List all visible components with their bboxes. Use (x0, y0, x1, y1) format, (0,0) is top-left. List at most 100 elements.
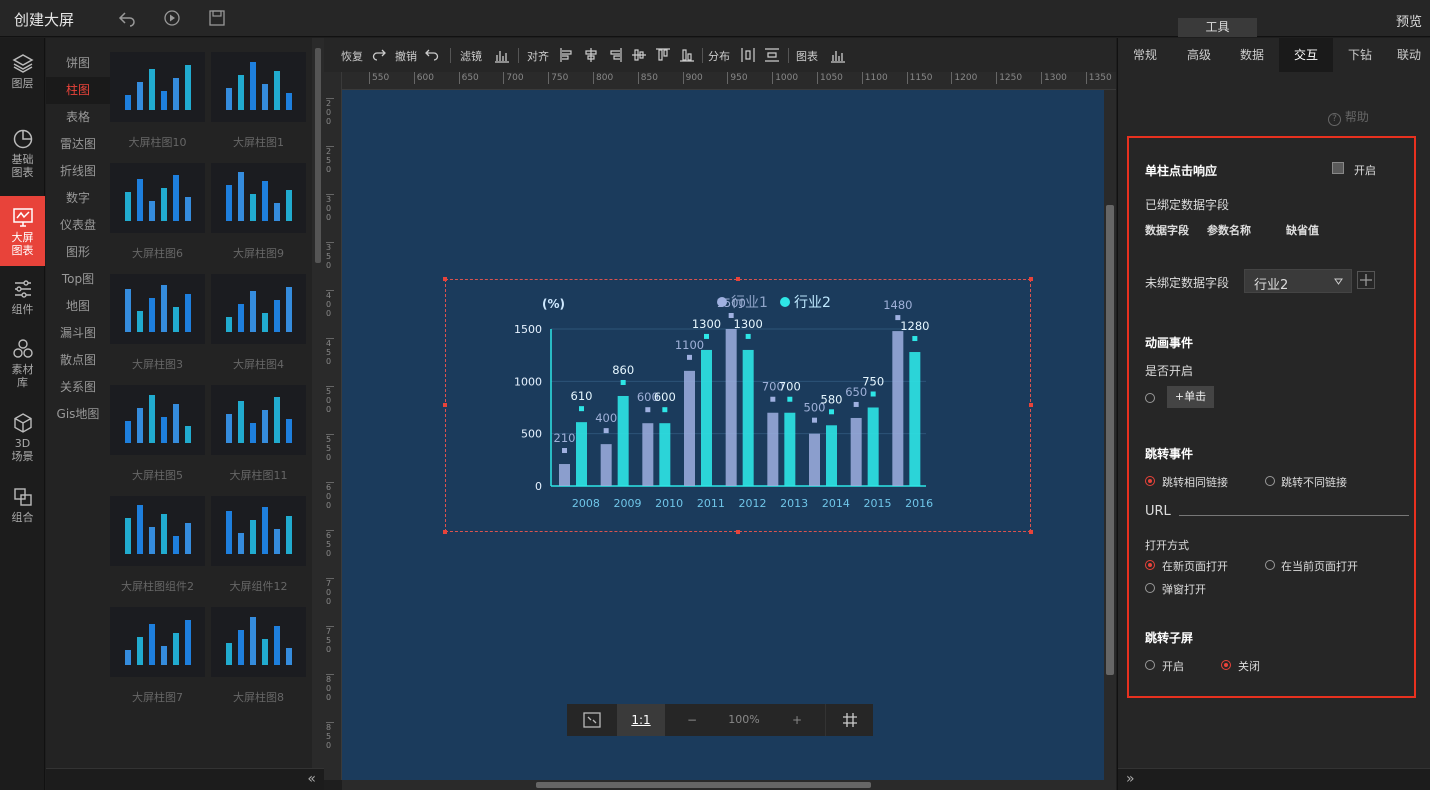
resize-handle[interactable] (443, 403, 447, 407)
resize-handle[interactable] (1029, 403, 1033, 407)
align-bottom-icon[interactable] (679, 47, 695, 63)
zoom-in-button[interactable]: + (782, 704, 812, 736)
add-click-button[interactable]: +单击 (1167, 386, 1214, 408)
single-click-checkbox[interactable] (1332, 162, 1344, 174)
left-scrollbar[interactable] (312, 38, 324, 768)
zoom-out-button[interactable]: − (677, 704, 707, 736)
category-item[interactable]: 数字 (46, 185, 110, 212)
selected-chart-component[interactable]: (%) 0 500 1000 1500 2008 2009 2010 2011 2012 2013 2… (445, 279, 1031, 532)
fit-screen-button[interactable] (567, 704, 617, 736)
chart-thumbnail[interactable] (110, 52, 205, 122)
play-icon[interactable] (163, 9, 181, 27)
category-item[interactable]: 雷达图 (46, 131, 110, 158)
actual-size-button[interactable]: 1:1 (617, 704, 665, 736)
canvas-vertical-scrollbar[interactable] (1104, 90, 1116, 780)
undo-arrow-icon[interactable] (424, 47, 440, 63)
align-middle-icon[interactable] (655, 47, 671, 63)
distribute-h-icon[interactable] (740, 47, 756, 63)
resize-handle[interactable] (1029, 277, 1033, 281)
tab-data[interactable]: 数据 (1225, 38, 1279, 72)
tools-tab[interactable]: 工具 (1178, 18, 1257, 37)
chart-thumbnail[interactable] (211, 163, 306, 233)
distribute-v-icon[interactable] (764, 47, 780, 63)
jump-diff-radio[interactable] (1265, 476, 1275, 486)
tab-interaction[interactable]: 交互 (1279, 38, 1333, 72)
chart-thumbnail[interactable] (211, 496, 306, 566)
undo-button[interactable]: 撤销 (395, 48, 417, 64)
nav-item-3d-scene[interactable]: 3D 场景 (0, 412, 45, 467)
anim-enable-radio[interactable] (1145, 393, 1155, 403)
category-item[interactable]: 折线图 (46, 158, 110, 185)
category-item[interactable]: 图形 (46, 239, 110, 266)
resize-handle[interactable] (736, 277, 740, 281)
category-item[interactable]: 关系图 (46, 374, 110, 401)
preview-button[interactable]: 预览 (1396, 11, 1422, 30)
category-item[interactable]: 饼图 (46, 50, 110, 77)
undo-icon[interactable] (118, 9, 136, 27)
align-center-h-icon[interactable] (583, 47, 599, 63)
chart-thumbnail[interactable] (110, 607, 205, 677)
category-item[interactable]: 地图 (46, 293, 110, 320)
resize-handle[interactable] (1029, 530, 1033, 534)
nav-item-group[interactable]: 组合 (0, 486, 45, 531)
collapse-left-icon[interactable]: « (307, 771, 316, 787)
chart-thumbnail[interactable] (110, 496, 205, 566)
align-right-icon[interactable] (607, 47, 623, 63)
category-item-active[interactable]: 柱图 (46, 77, 110, 104)
align-left-icon[interactable] (559, 47, 575, 63)
grid-toggle-button[interactable] (825, 704, 873, 736)
restore-button[interactable]: 恢复 (341, 48, 363, 64)
ruler-tick-label: 750 (548, 72, 568, 84)
unbound-field-select[interactable]: 行业2 (1244, 269, 1352, 293)
ruler-tick-label: 1200 (951, 72, 977, 84)
sub-off-radio[interactable] (1221, 660, 1231, 670)
category-item[interactable]: 仪表盘 (46, 212, 110, 239)
nav-item-components[interactable]: 组件 (0, 278, 45, 323)
assets-icon (12, 339, 33, 358)
category-item[interactable]: 表格 (46, 104, 110, 131)
chart-thumbnail[interactable] (211, 52, 306, 122)
redo-icon[interactable] (371, 47, 387, 63)
nav-item-basic-charts[interactable]: 基础 图表 (0, 128, 45, 183)
open-popup-radio[interactable] (1145, 583, 1155, 593)
chart-thumbnail[interactable] (211, 607, 306, 677)
nav-item-layers[interactable]: 图层 (0, 52, 45, 102)
category-item[interactable]: Top图 (46, 266, 110, 293)
collapse-right-icon[interactable]: » (1126, 771, 1135, 787)
align-top-icon[interactable] (631, 47, 647, 63)
help-link[interactable]: ? 帮助 (1328, 108, 1369, 126)
nav-item-screen-charts[interactable]: 大屏 图表 (0, 196, 45, 266)
chart-icon[interactable] (830, 47, 846, 63)
canvas-horizontal-scrollbar[interactable] (342, 780, 1116, 790)
url-input[interactable] (1179, 515, 1409, 516)
bar (642, 423, 654, 486)
resize-handle[interactable] (443, 530, 447, 534)
align-button[interactable]: 对齐 (527, 48, 549, 64)
nav-item-assets[interactable]: 素材库 (0, 338, 45, 393)
filter-button[interactable]: 滤镜 (460, 48, 482, 64)
bar-chart-icon[interactable] (494, 47, 510, 63)
chart-thumbnail[interactable] (110, 163, 205, 233)
chart-thumbnail[interactable] (110, 274, 205, 344)
open-current-radio[interactable] (1265, 560, 1275, 570)
chart-thumbnail[interactable] (211, 274, 306, 344)
chart-thumbnail[interactable] (211, 385, 306, 455)
open-new-radio[interactable] (1145, 560, 1155, 570)
tab-general[interactable]: 常规 (1118, 38, 1172, 72)
jump-same-radio[interactable] (1145, 476, 1155, 486)
add-field-button[interactable] (1357, 271, 1375, 289)
tab-linkage[interactable]: 联动 (1387, 38, 1430, 72)
resize-handle[interactable] (736, 530, 740, 534)
tab-advanced[interactable]: 高级 (1172, 38, 1226, 72)
sub-off-label: 关闭 (1238, 660, 1260, 673)
resize-handle[interactable] (443, 277, 447, 281)
category-item[interactable]: Gis地图 (46, 401, 110, 428)
category-item[interactable]: 散点图 (46, 347, 110, 374)
save-icon[interactable] (208, 9, 226, 27)
chart-thumbnail[interactable] (110, 385, 205, 455)
chart-button[interactable]: 图表 (796, 48, 818, 64)
sub-on-radio[interactable] (1145, 660, 1155, 670)
distribute-button[interactable]: 分布 (708, 48, 730, 64)
category-item[interactable]: 漏斗图 (46, 320, 110, 347)
tab-drilldown[interactable]: 下钻 (1333, 38, 1387, 72)
